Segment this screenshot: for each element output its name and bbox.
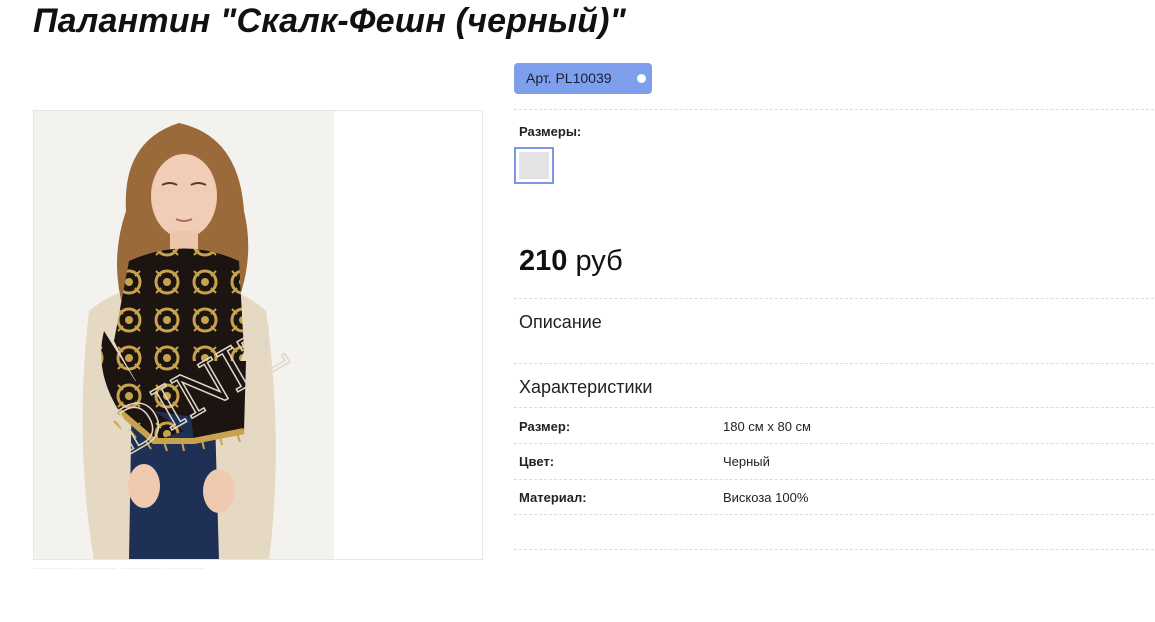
thumbnail[interactable] (33, 568, 73, 599)
product-image[interactable]: DINIZ (33, 110, 483, 560)
sku-badge[interactable]: Арт. PL10039 (514, 63, 652, 94)
dot-icon (637, 74, 646, 83)
sku-label: Арт. PL10039 (526, 70, 612, 86)
thumbnail-strip (33, 568, 208, 618)
characteristics-heading[interactable]: Характеристики (519, 377, 652, 398)
spec-color-value: Черный (723, 454, 770, 469)
thumbnail[interactable] (77, 568, 117, 599)
size-option[interactable] (514, 147, 554, 184)
product-photo: DINIZ (34, 111, 482, 559)
divider (514, 479, 1154, 480)
spec-size-value: 180 см x 80 см (723, 419, 811, 434)
price-currency: руб (575, 245, 623, 277)
spec-size-label: Размер: (519, 419, 571, 434)
divider (514, 407, 1154, 408)
spec-color-label: Цвет: (519, 454, 555, 469)
divider (514, 298, 1154, 299)
spec-material-value: Вискоза 100% (723, 490, 809, 505)
thumbnail[interactable] (165, 568, 205, 599)
description-heading[interactable]: Описание (519, 312, 602, 333)
divider (514, 363, 1154, 364)
price: 210 руб (519, 245, 623, 278)
divider (514, 549, 1154, 550)
divider (514, 514, 1154, 515)
divider (514, 109, 1154, 110)
thumbnail[interactable] (121, 568, 161, 599)
price-amount: 210 (519, 245, 568, 277)
sizes-label: Размеры: (519, 124, 582, 139)
size-swatch-fill (519, 152, 549, 179)
spec-material-label: Материал: (519, 490, 587, 505)
divider (514, 443, 1154, 444)
page-title: Палантин "Скалк-Фешн (черный)" (33, 2, 626, 40)
